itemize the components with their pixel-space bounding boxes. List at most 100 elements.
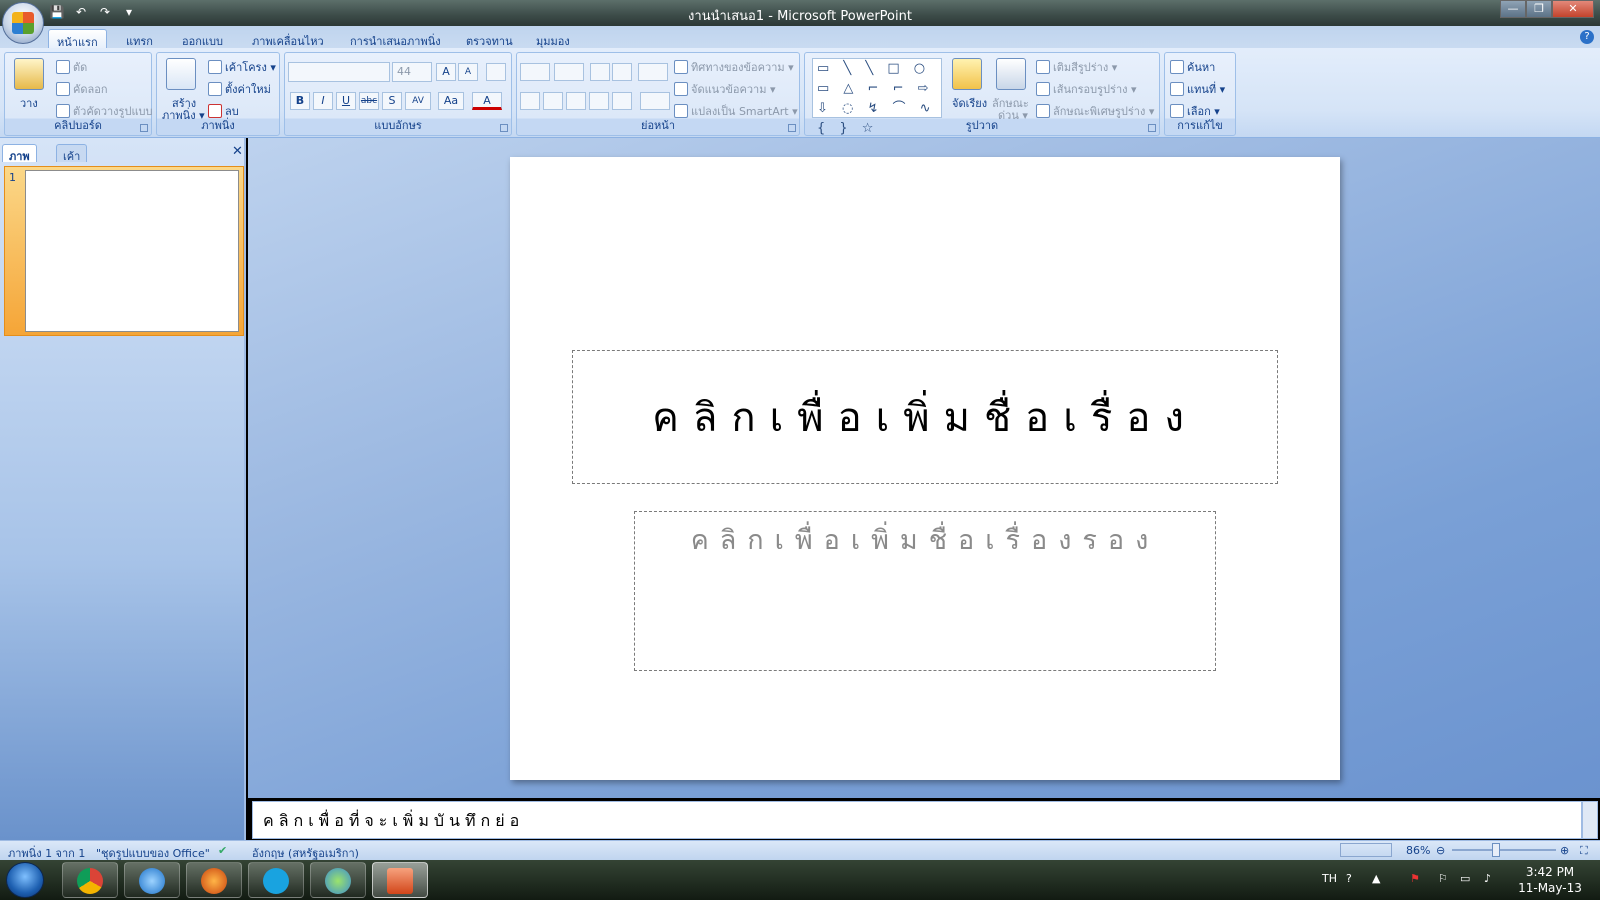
shadow-button[interactable]: S	[382, 92, 402, 110]
fit-to-window-icon[interactable]: ⛶	[1580, 844, 1588, 858]
action-center-icon[interactable]: ⚐	[1438, 872, 1448, 885]
start-button[interactable]	[6, 862, 44, 898]
arrange-button[interactable]: จัดเรียง	[952, 94, 987, 112]
text-direction-button[interactable]: ทิศทางของข้อความ ▾	[674, 58, 794, 76]
taskbar-skype[interactable]	[248, 862, 304, 898]
format-painter-button[interactable]: ตัวคัดวางรูปแบบ	[56, 102, 153, 120]
zoom-slider-thumb[interactable]	[1492, 843, 1500, 857]
zoom-out-icon[interactable]: ⊖	[1436, 844, 1445, 857]
slide-thumbnail-selected[interactable]: 1	[4, 166, 244, 336]
tab-home[interactable]: หน้าแรก	[48, 29, 107, 49]
close-button[interactable]: ✕	[1552, 0, 1594, 18]
character-spacing-button[interactable]: AV	[405, 92, 431, 110]
system-clock[interactable]: 3:42 PM 11-May-13	[1510, 864, 1590, 896]
zoom-slider[interactable]	[1452, 849, 1556, 851]
restore-button[interactable]: ❐	[1526, 0, 1552, 18]
dialog-launcher-icon[interactable]	[1148, 124, 1156, 132]
distributed-icon[interactable]	[612, 92, 632, 110]
customize-qat-icon[interactable]: ▾	[120, 4, 138, 20]
quick-styles-dropdown[interactable]: ด่วน ▾	[998, 106, 1028, 124]
numbering-icon[interactable]	[554, 63, 584, 81]
tab-animations[interactable]: ภาพเคลื่อนไหว	[244, 29, 332, 48]
copy-button[interactable]: คัดลอก	[56, 80, 108, 98]
view-buttons[interactable]	[1340, 843, 1392, 857]
font-color-button[interactable]: A	[472, 92, 502, 110]
tab-view[interactable]: มุมมอง	[528, 29, 578, 48]
notes-pane[interactable]: คลิกเพื่อที่จะเพิ่มบันทึกย่อ	[252, 801, 1582, 839]
reset-button[interactable]: ตั้งค่าใหม่	[208, 80, 271, 98]
spellcheck-icon[interactable]: ✔	[218, 844, 227, 857]
cut-button[interactable]: ตัด	[56, 58, 87, 76]
taskbar-powerpoint[interactable]	[372, 862, 428, 898]
input-language[interactable]: TH	[1322, 872, 1337, 885]
shape-effects-button[interactable]: ลักษณะพิเศษรูปร่าง ▾	[1036, 102, 1154, 120]
zoom-in-icon[interactable]: ⊕	[1560, 844, 1569, 857]
align-text-button[interactable]: จัดแนวข้อความ ▾	[674, 80, 775, 98]
security-icon[interactable]: ⚑	[1410, 872, 1420, 885]
strikethrough-button[interactable]: abc	[359, 92, 379, 110]
columns-icon[interactable]	[640, 92, 670, 110]
taskbar-firefox[interactable]	[186, 862, 242, 898]
new-slide-dropdown[interactable]: ภาพนิ่ง ▾	[162, 106, 205, 124]
office-button[interactable]	[2, 2, 44, 44]
minimize-button[interactable]: —	[1500, 0, 1526, 18]
tab-review[interactable]: ตรวจทาน	[458, 29, 521, 48]
taskbar-messenger[interactable]	[310, 862, 366, 898]
notes-scrollbar[interactable]	[1582, 801, 1598, 839]
taskbar-ie[interactable]	[124, 862, 180, 898]
align-right-icon[interactable]	[566, 92, 586, 110]
network-icon[interactable]: ▭	[1460, 872, 1470, 885]
replace-button[interactable]: แทนที่ ▾	[1170, 80, 1225, 98]
dialog-launcher-icon[interactable]	[788, 124, 796, 132]
line-spacing-icon[interactable]	[638, 63, 668, 81]
arrange-icon[interactable]	[952, 58, 982, 90]
undo-icon[interactable]: ↶	[72, 4, 90, 20]
tab-slides-pane[interactable]: ภาพนิ่ง	[2, 144, 37, 181]
volume-icon[interactable]: ♪	[1484, 872, 1491, 885]
convert-smartart-button[interactable]: แปลงเป็น SmartArt ▾	[674, 102, 798, 120]
bold-button[interactable]: B	[290, 92, 310, 110]
close-pane-icon[interactable]: ✕	[232, 144, 243, 159]
tray-overflow-icon[interactable]: ▲	[1372, 872, 1380, 885]
grow-font-button[interactable]: A	[436, 63, 456, 81]
tab-outline-pane[interactable]: เค้าร่าง	[56, 144, 88, 181]
save-icon[interactable]: 💾	[48, 4, 66, 20]
justify-icon[interactable]	[589, 92, 609, 110]
shrink-font-button[interactable]: A	[458, 63, 478, 81]
zoom-level[interactable]: 86%	[1406, 844, 1430, 857]
subtitle-placeholder[interactable]: คลิกเพื่อเพิ่มชื่อเรื่องรอง	[634, 511, 1216, 671]
paste-button[interactable]: วาง	[20, 94, 38, 112]
underline-button[interactable]: U	[336, 92, 356, 110]
shape-outline-button[interactable]: เส้นกรอบรูปร่าง ▾	[1036, 80, 1137, 98]
slide-canvas[interactable]: คลิกเพื่อเพิ่มชื่อเรื่อง คลิกเพื่อเพิ่มช…	[510, 157, 1340, 780]
redo-icon[interactable]: ↷	[96, 4, 114, 20]
dialog-launcher-icon[interactable]	[500, 124, 508, 132]
change-case-button[interactable]: Aa	[438, 92, 464, 110]
shapes-gallery[interactable]: ▭ ╲ ╲ □ ○ ▭ △ ⌐ ⌐ ⇨ ⇩ ◌ ↯ ⌒ ∿ { } ☆	[812, 58, 942, 136]
italic-button[interactable]: I	[313, 92, 333, 110]
tab-slide-show[interactable]: การนำเสนอภาพนิ่ง	[342, 29, 449, 48]
help-tray-icon[interactable]: ?	[1346, 872, 1352, 885]
shape-fill-button[interactable]: เติมสีรูปร่าง ▾	[1036, 58, 1117, 76]
new-slide-icon[interactable]	[166, 58, 196, 90]
tab-design[interactable]: ออกแบบ	[174, 29, 231, 48]
delete-slide-button[interactable]: ลบ	[208, 102, 239, 120]
align-left-icon[interactable]	[520, 92, 540, 110]
font-name-dropdown[interactable]	[288, 62, 390, 82]
align-center-icon[interactable]	[543, 92, 563, 110]
font-size-dropdown[interactable]: 44	[392, 62, 432, 82]
layout-button[interactable]: เค้าโครง ▾	[208, 58, 276, 76]
quick-styles-icon[interactable]	[996, 58, 1026, 90]
slide-thumbnail[interactable]	[25, 170, 239, 332]
bullets-icon[interactable]	[520, 63, 550, 81]
help-icon[interactable]: ?	[1580, 30, 1594, 44]
decrease-indent-icon[interactable]	[590, 63, 610, 81]
title-placeholder[interactable]: คลิกเพื่อเพิ่มชื่อเรื่อง	[572, 350, 1278, 484]
select-button[interactable]: เลือก ▾	[1170, 102, 1220, 120]
dialog-launcher-icon[interactable]	[140, 124, 148, 132]
paste-icon[interactable]	[14, 58, 44, 90]
clear-formatting-icon[interactable]	[486, 63, 506, 81]
tab-insert[interactable]: แทรก	[118, 29, 161, 48]
find-button[interactable]: ค้นหา	[1170, 58, 1215, 76]
increase-indent-icon[interactable]	[612, 63, 632, 81]
